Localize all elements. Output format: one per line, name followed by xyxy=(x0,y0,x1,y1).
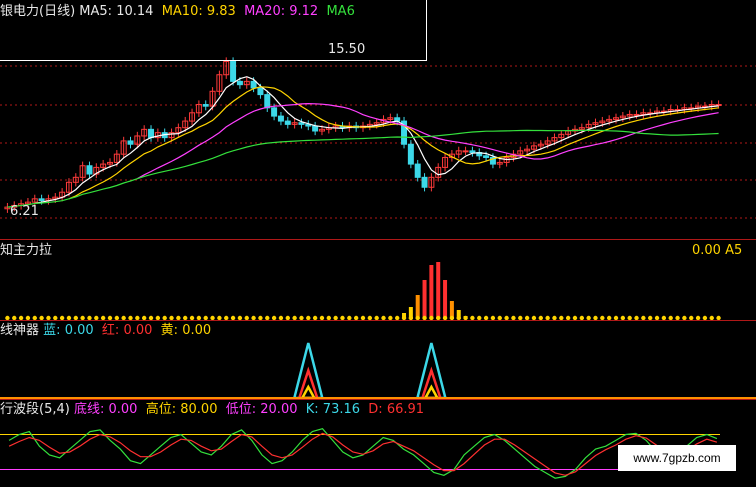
candle xyxy=(312,125,319,132)
d-label: D: xyxy=(368,402,383,417)
candlestick-plot xyxy=(4,57,722,213)
panel4-title: 行波段(5,4) xyxy=(0,402,70,417)
candle xyxy=(421,176,428,188)
panel-separator-1 xyxy=(0,239,756,240)
ma20-value: 9.12 xyxy=(289,4,319,19)
candle xyxy=(414,163,421,178)
candle xyxy=(264,94,271,109)
signal-peak xyxy=(423,384,440,400)
candle xyxy=(277,115,284,122)
ma10-value: 9.83 xyxy=(206,4,236,19)
high-level-label: 高位: xyxy=(145,402,177,417)
signal-peak xyxy=(420,366,443,400)
signal-peaks xyxy=(0,342,756,400)
ma5-label: MA5: xyxy=(79,4,113,19)
grid-lines xyxy=(0,65,756,219)
k-value: 73.16 xyxy=(322,402,361,417)
candle xyxy=(38,198,45,201)
candle xyxy=(483,155,490,158)
d-value: 66.91 xyxy=(386,402,425,417)
high-level-value: 80.00 xyxy=(180,402,218,417)
candle xyxy=(202,104,209,107)
candle xyxy=(284,120,291,125)
panel3-title: 线神器 xyxy=(0,323,40,338)
red-label: 红: xyxy=(101,323,120,338)
yellow-value: 0.00 xyxy=(182,323,212,338)
candle xyxy=(250,80,257,89)
candle xyxy=(407,143,414,165)
signal-peak xyxy=(297,366,320,400)
watermark: www.7gpzb.com xyxy=(618,445,736,471)
stock-title: 银电力(日线) xyxy=(0,4,76,19)
force-bar xyxy=(422,280,427,319)
candle xyxy=(86,165,93,175)
kd-oscillator xyxy=(0,428,720,479)
low-level-label: 低位: xyxy=(225,402,257,417)
candle xyxy=(148,128,155,139)
yellow-label: 黄: xyxy=(160,323,179,338)
candle xyxy=(271,107,278,117)
panel4-header: 行波段(5,4) 底线: 0.00 高位: 80.00 低位: 20.00 K:… xyxy=(0,402,424,418)
candle xyxy=(257,87,264,96)
right-marker: 0.00 A5 xyxy=(692,243,743,258)
panel-separator-2 xyxy=(0,320,756,321)
ma20-label: MA20: xyxy=(244,4,286,19)
panel2-title: 知主力拉 xyxy=(0,243,53,258)
low-marker: 6.21 xyxy=(10,204,39,219)
force-bar xyxy=(436,262,441,319)
main-header: 银电力(日线) MA5: 10.14 MA10: 9.83 MA20: 9.12… xyxy=(0,4,355,20)
bottom-label: 底线: xyxy=(73,402,105,417)
candle xyxy=(715,104,722,107)
k-label: K: xyxy=(305,402,319,417)
candle xyxy=(127,140,134,145)
panel3-header: 线神器 蓝: 0.00 红: 0.00 黄: 0.00 xyxy=(0,323,211,339)
panel-separator-3 xyxy=(0,399,756,400)
candle xyxy=(230,61,237,82)
candle xyxy=(633,113,640,116)
ma5-value: 10.14 xyxy=(116,4,154,19)
ma60-label: MA6 xyxy=(326,4,355,19)
force-bar xyxy=(443,280,448,319)
high-marker: 15.50 xyxy=(328,42,366,57)
blue-value: 0.00 xyxy=(64,323,94,338)
red-value: 0.00 xyxy=(123,323,153,338)
force-bar xyxy=(415,295,420,319)
bottom-value: 0.00 xyxy=(108,402,138,417)
force-bar xyxy=(429,265,434,319)
candle xyxy=(462,150,469,153)
ma60-line xyxy=(7,129,719,208)
candle xyxy=(298,122,305,125)
blue-label: 蓝: xyxy=(43,323,61,338)
low-level-value: 20.00 xyxy=(260,402,298,417)
k-line xyxy=(8,428,718,479)
candle xyxy=(236,80,243,86)
ma10-label: MA10: xyxy=(161,4,203,19)
main-force-bars xyxy=(5,262,721,321)
signal-peak xyxy=(300,384,317,400)
candle xyxy=(469,150,476,154)
